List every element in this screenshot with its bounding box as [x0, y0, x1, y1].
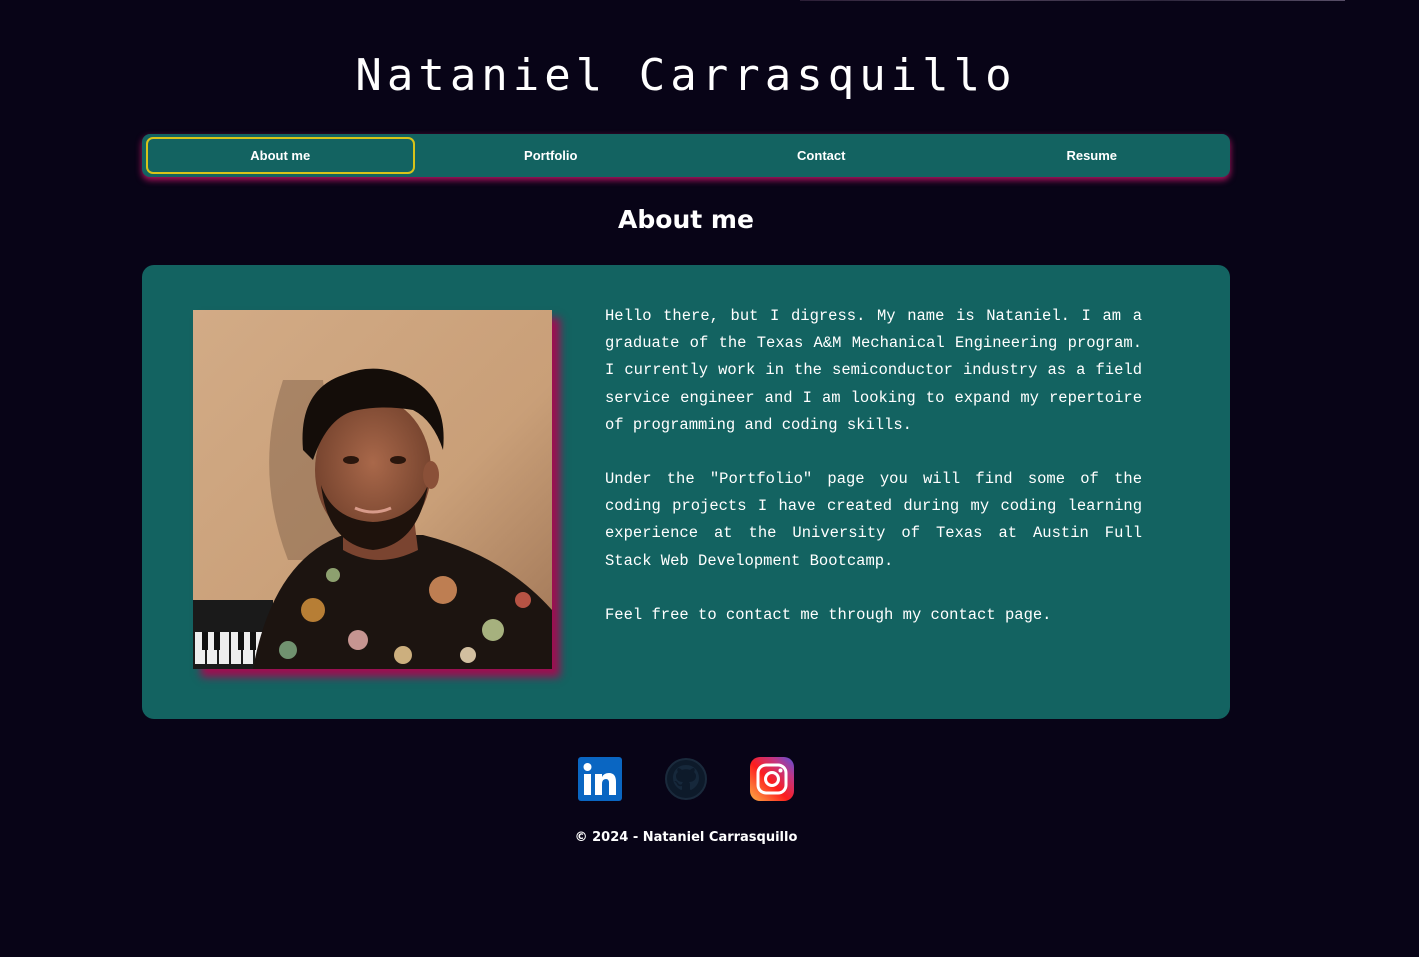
- github-icon[interactable]: [664, 757, 708, 801]
- bio-paragraph-intro: Hello there, but I digress. My name is N…: [605, 307, 1142, 434]
- social-links: [578, 757, 794, 801]
- profile-photo: [193, 310, 552, 669]
- bio-paragraph-contact: Feel free to contact me through my conta…: [605, 605, 1052, 624]
- nav-about-me[interactable]: About me: [146, 137, 415, 174]
- bio-text: Hello there, but I digress. My name is N…: [605, 303, 1142, 656]
- nav-resume[interactable]: Resume: [958, 137, 1227, 174]
- nav-portfolio[interactable]: Portfolio: [417, 137, 686, 174]
- section-heading: About me: [618, 205, 754, 234]
- main-nav: About me Portfolio Contact Resume: [142, 134, 1230, 177]
- nav-contact[interactable]: Contact: [687, 137, 956, 174]
- footer-copyright: © 2024 - Nataniel Carrasquillo: [574, 830, 798, 845]
- about-card: Hello there, but I digress. My name is N…: [142, 265, 1230, 719]
- linkedin-icon[interactable]: [578, 757, 622, 801]
- site-title: Nataniel Carrasquillo: [355, 50, 1017, 101]
- bio-paragraph-portfolio: Under the "Portfolio" page you will find…: [605, 470, 1142, 570]
- top-divider-line: [800, 0, 1345, 1]
- instagram-icon[interactable]: [750, 757, 794, 801]
